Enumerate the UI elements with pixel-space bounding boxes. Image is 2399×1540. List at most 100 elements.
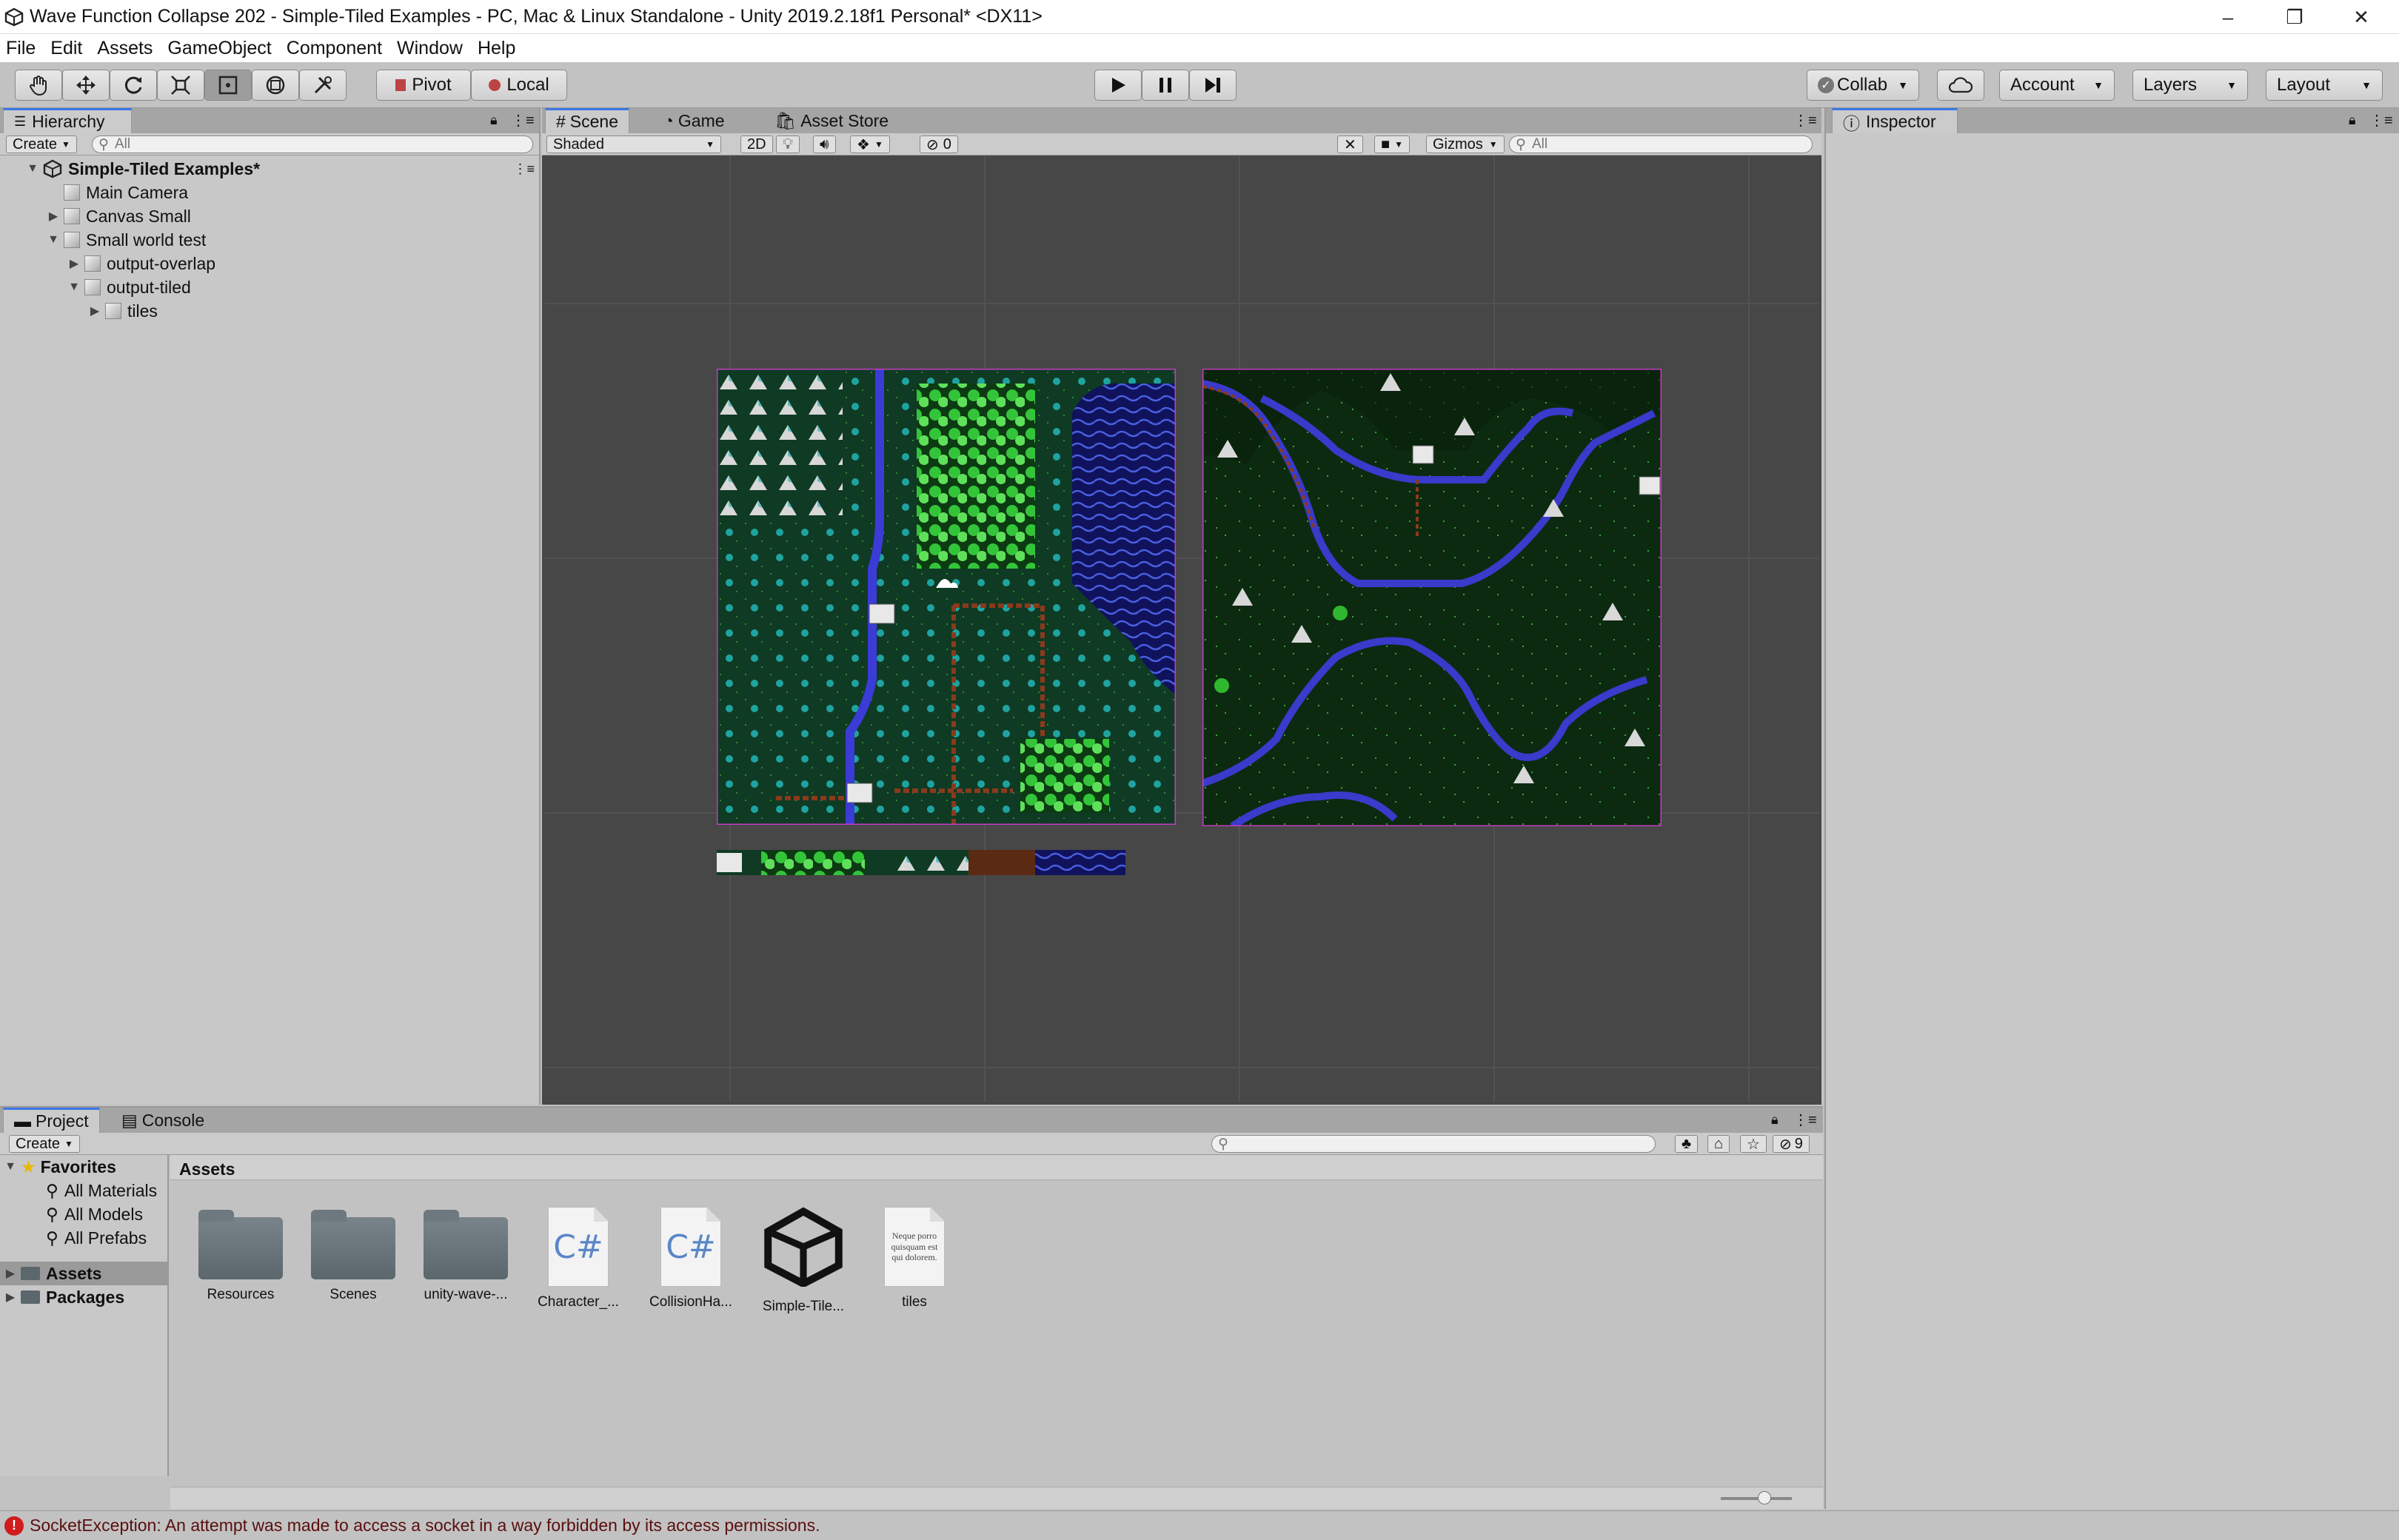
panel-menu-icon[interactable]: ⋮≡ <box>1793 1111 1817 1129</box>
favorite-item-label: All Prefabs <box>64 1228 147 1248</box>
expand-triangle-icon[interactable]: ▶ <box>43 209 64 224</box>
cloud-button[interactable] <box>1937 70 1984 101</box>
expand-triangle-icon[interactable]: ▼ <box>22 162 43 175</box>
create-label: Create <box>16 1135 61 1152</box>
restore-button[interactable]: ❐ <box>2261 0 2328 34</box>
scene-search-input[interactable]: ⚲ All <box>1509 135 1813 153</box>
star-icon: ☆ <box>1747 1136 1760 1153</box>
gizmos-dropdown[interactable]: Gizmos ▼ <box>1426 135 1505 153</box>
tab-hierarchy[interactable]: ☰ Hierarchy <box>3 108 132 133</box>
tiles-strip[interactable] <box>717 850 1125 875</box>
expand-triangle-icon[interactable]: ▶ <box>0 1290 21 1305</box>
favorite-item[interactable]: ⚲ All Prefabs <box>46 1226 147 1250</box>
packages-root-row[interactable]: ▶ Packages <box>0 1285 124 1309</box>
pivot-toggle[interactable]: Pivot <box>376 70 471 101</box>
toggle-2d-button[interactable]: 2D <box>740 135 773 153</box>
menu-edit[interactable]: Edit <box>49 38 84 59</box>
zoom-slider-thumb[interactable] <box>1758 1491 1771 1504</box>
expand-triangle-icon[interactable]: ▼ <box>0 1160 21 1174</box>
scene-root-row[interactable]: ▼ Simple-Tiled Examples* ⋮≡ <box>22 157 539 181</box>
custom-tool-button[interactable] <box>299 70 347 101</box>
panel-menu-icon[interactable]: ⋮≡ <box>2369 111 2393 130</box>
asset-item[interactable]: C# CollisionHa... <box>643 1207 739 1310</box>
tab-console[interactable]: ▤ Console <box>111 1108 215 1133</box>
tab-project[interactable]: ▬ Project <box>3 1108 100 1133</box>
menu-help[interactable]: Help <box>476 38 517 59</box>
expand-triangle-icon[interactable]: ▶ <box>84 304 105 318</box>
zoom-slider-track[interactable] <box>1721 1497 1792 1500</box>
breadcrumb[interactable]: Assets <box>170 1155 1823 1180</box>
effects-dropdown[interactable]: ❖ ▼ <box>850 135 890 153</box>
lock-icon[interactable]: 🔒︎ <box>1771 1112 1779 1128</box>
play-button[interactable] <box>1094 70 1142 101</box>
minimize-button[interactable]: – <box>2195 0 2261 34</box>
search-by-label-button[interactable]: ⌂ <box>1707 1135 1730 1153</box>
transform-tool-button[interactable] <box>252 70 299 101</box>
favorites-row[interactable]: ▼ ★ Favorites <box>0 1155 116 1179</box>
local-toggle[interactable]: Local <box>471 70 567 101</box>
favorite-item[interactable]: ⚲ All Models <box>46 1202 143 1226</box>
lighting-toggle[interactable]: 💡︎ <box>776 135 800 153</box>
expand-triangle-icon[interactable]: ▼ <box>64 281 84 294</box>
tab-scene[interactable]: # Scene <box>545 108 630 133</box>
asset-item[interactable]: C# Character_... <box>530 1207 626 1310</box>
layers-dropdown[interactable]: Layers ▼ <box>2132 70 2248 101</box>
hierarchy-item[interactable]: ▼ output-tiled <box>64 275 191 299</box>
project-create-button[interactable]: Create ▼ <box>9 1135 80 1153</box>
scale-tool-button[interactable] <box>157 70 204 101</box>
tab-asset-store[interactable]: 🛍︎ Asset Store <box>764 108 899 133</box>
step-button[interactable] <box>1189 70 1237 101</box>
hierarchy-item[interactable]: ▶ output-overlap <box>64 252 215 275</box>
scene-menu-icon[interactable]: ⋮≡ <box>513 161 535 177</box>
lock-icon[interactable]: 🔒︎ <box>2349 113 2356 128</box>
close-window-button[interactable]: ✕ <box>2328 0 2395 34</box>
menu-window[interactable]: Window <box>395 38 464 59</box>
camera-dropdown[interactable]: ■ ▼ <box>1374 135 1410 153</box>
status-bar[interactable]: ! SocketException: An attempt was made t… <box>0 1510 2399 1540</box>
menu-assets[interactable]: Assets <box>96 38 154 59</box>
account-dropdown[interactable]: Account ▼ <box>1999 70 2115 101</box>
audio-toggle[interactable]: 🔊︎ <box>813 135 836 153</box>
collab-dropdown[interactable]: ✓ Collab ▼ <box>1807 70 1919 101</box>
hierarchy-item[interactable]: ▼ Small world test <box>43 228 206 252</box>
hierarchy-search-input[interactable]: ⚲ All <box>92 135 533 153</box>
rotate-tool-button[interactable] <box>110 70 157 101</box>
rect-tool-button[interactable] <box>204 70 252 101</box>
hidden-objects-toggle[interactable]: ⊘ 0 <box>920 135 958 153</box>
menu-gameobject[interactable]: GameObject <box>166 38 272 59</box>
hierarchy-item[interactable]: ▶ Canvas Small <box>43 204 191 228</box>
hierarchy-item[interactable]: ▶ tiles <box>84 299 158 323</box>
move-tool-button[interactable] <box>62 70 110 101</box>
asset-item[interactable]: Scenes <box>305 1207 401 1303</box>
asset-item[interactable]: Simple-Tile... <box>755 1207 851 1315</box>
favorite-item[interactable]: ⚲ All Materials <box>46 1179 157 1202</box>
panel-menu-icon[interactable]: ⋮≡ <box>511 111 535 130</box>
expand-triangle-icon[interactable]: ▶ <box>0 1266 21 1281</box>
search-by-type-button[interactable]: ♣ <box>1675 1135 1699 1153</box>
hidden-packages-toggle[interactable]: ⊘ 9 <box>1773 1135 1810 1153</box>
pause-button[interactable] <box>1142 70 1189 101</box>
asset-item[interactable]: Resources <box>193 1207 289 1303</box>
tab-inspector[interactable]: ⓘ Inspector <box>1832 108 1958 133</box>
layout-dropdown[interactable]: Layout ▼ <box>2266 70 2383 101</box>
menu-file[interactable]: File <box>4 38 37 59</box>
project-search-input[interactable]: ⚲ <box>1211 1135 1656 1153</box>
expand-triangle-icon[interactable]: ▶ <box>64 256 84 271</box>
shading-mode-dropdown[interactable]: Shaded ▼ <box>546 135 721 153</box>
hand-tool-button[interactable] <box>15 70 62 101</box>
scene-tools-button[interactable]: ✕ <box>1337 135 1363 153</box>
project-toolbar: Create ▼ ⚲ ♣ ⌂ ☆ ⊘ 9 <box>0 1133 1823 1155</box>
lock-icon[interactable]: 🔒︎ <box>490 113 498 128</box>
favorite-search-button[interactable]: ☆ <box>1740 1135 1767 1153</box>
output-overlap-tilemap[interactable] <box>717 369 1176 825</box>
hierarchy-create-button[interactable]: Create ▼ <box>6 135 77 153</box>
panel-menu-icon[interactable]: ⋮≡ <box>1793 111 1817 130</box>
asset-item[interactable]: Neque porro quisquam est qui dolorem. til… <box>866 1207 963 1310</box>
asset-item[interactable]: unity-wave-... <box>418 1207 514 1303</box>
assets-root-row[interactable]: ▶ Assets <box>0 1262 167 1285</box>
hierarchy-item[interactable]: Main Camera <box>43 181 188 204</box>
expand-triangle-icon[interactable]: ▼ <box>43 233 64 247</box>
tab-game[interactable]: ◔ Game <box>653 108 735 133</box>
menu-component[interactable]: Component <box>285 38 384 59</box>
output-tiled-tilemap[interactable] <box>1202 369 1662 826</box>
